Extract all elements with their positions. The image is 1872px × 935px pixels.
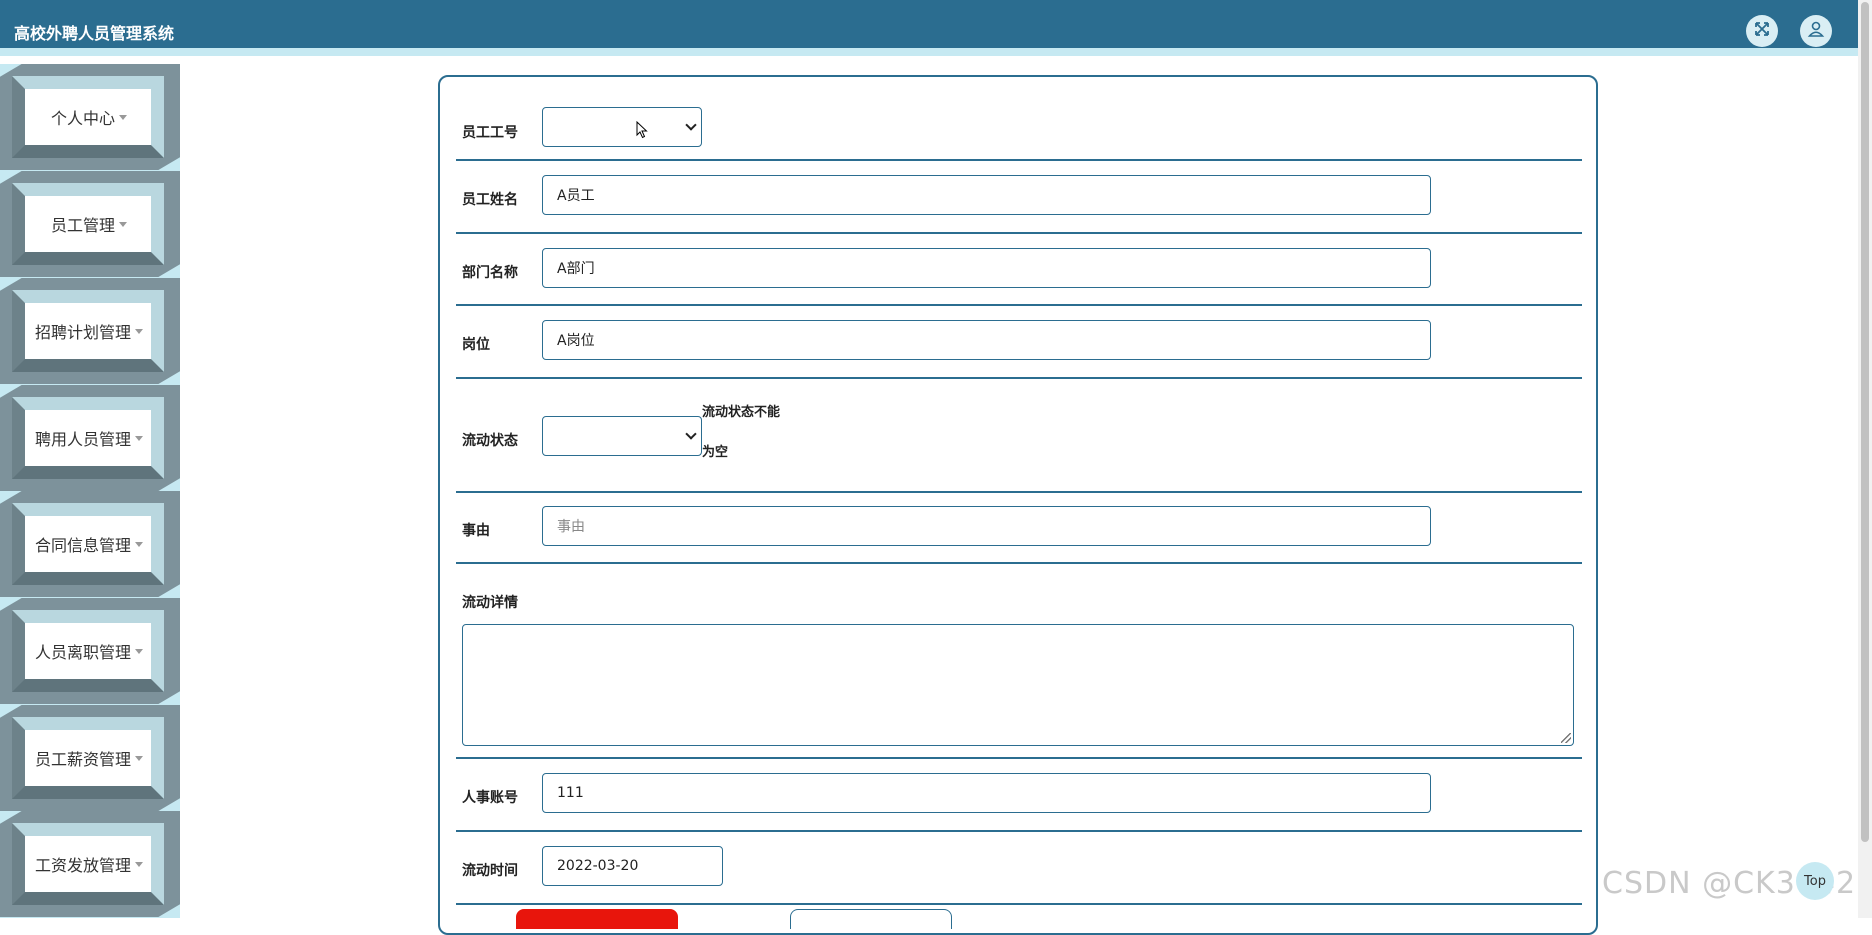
sidebar-item-label: 员工管理 — [50, 216, 115, 235]
resize-grip-icon[interactable] — [1561, 733, 1571, 743]
employee-id-row: 员工工号 — [456, 77, 1582, 161]
department-input[interactable]: A部门 — [542, 248, 1431, 288]
caret-down-icon — [135, 328, 143, 334]
sidebar-item-label: 工资发放管理 — [34, 856, 131, 875]
flow-time-label: 流动时间 — [462, 863, 518, 879]
caret-down-icon — [135, 541, 143, 547]
sidebar-item-contract-info[interactable]: 合同信息管理 — [0, 491, 180, 597]
sidebar-item-label: 招聘计划管理 — [34, 323, 131, 342]
sidebar-item-label: 聘用人员管理 — [34, 430, 131, 449]
mouse-cursor-icon — [636, 121, 648, 139]
employee-id-select[interactable] — [542, 107, 702, 147]
hr-account-input[interactable]: 111 — [542, 773, 1431, 813]
reason-input[interactable]: 事由 — [542, 506, 1431, 546]
vertical-scrollbar[interactable] — [1858, 0, 1872, 918]
caret-down-icon — [135, 755, 143, 761]
app-title: 高校外聘人员管理系统 — [14, 24, 175, 43]
caret-down-icon — [135, 435, 143, 441]
flow-status-row: 流动状态 流动状态不能为空 — [456, 379, 1582, 493]
sidebar-item-salary[interactable]: 员工薪资管理 — [0, 705, 180, 811]
flow-status-label: 流动状态 — [462, 433, 518, 449]
user-icon — [1807, 20, 1825, 42]
position-input[interactable]: A岗位 — [542, 320, 1431, 360]
reason-row: 事由 事由 — [456, 493, 1582, 564]
flow-detail-label: 流动详情 — [462, 595, 518, 611]
chevron-down-icon — [685, 428, 697, 440]
caret-down-icon — [135, 861, 143, 867]
submit-button[interactable] — [516, 909, 678, 929]
department-label: 部门名称 — [462, 265, 518, 281]
employee-name-row: 员工姓名 A员工 — [456, 161, 1582, 234]
flow-status-select[interactable] — [542, 416, 702, 456]
flow-detail-row: 流动详情 — [456, 564, 1582, 759]
caret-down-icon — [119, 221, 127, 227]
flow-time-input[interactable]: 2022-03-20 — [542, 846, 723, 886]
user-button[interactable] — [1800, 15, 1832, 47]
department-row: 部门名称 A部门 — [456, 234, 1582, 306]
cancel-button[interactable] — [790, 909, 952, 929]
employee-name-input[interactable]: A员工 — [542, 175, 1431, 215]
top-header: 高校外聘人员管理系统 — [0, 0, 1858, 56]
back-to-top-button[interactable]: Top — [1796, 862, 1834, 900]
position-row: 岗位 A岗位 — [456, 306, 1582, 379]
sidebar-item-label: 人员离职管理 — [34, 643, 131, 662]
position-label: 岗位 — [462, 337, 490, 353]
fullscreen-icon — [1753, 20, 1771, 42]
caret-down-icon — [135, 648, 143, 654]
employee-id-label: 员工工号 — [462, 125, 518, 141]
sidebar-item-hired-staff[interactable]: 聘用人员管理 — [0, 385, 180, 491]
flow-detail-textarea[interactable] — [462, 624, 1574, 746]
fullscreen-button[interactable] — [1746, 15, 1778, 47]
sidebar: 个人中心 员工管理 招聘计划管理 聘用人员管理 合同信息管理 人员离职管理 员工… — [0, 64, 180, 918]
sidebar-item-label: 个人中心 — [50, 109, 115, 128]
chevron-down-icon — [685, 119, 697, 131]
employee-name-label: 员工姓名 — [462, 192, 518, 208]
sidebar-item-personal-center[interactable]: 个人中心 — [0, 64, 180, 170]
flow-time-row: 流动时间 2022-03-20 — [456, 832, 1582, 905]
hr-account-row: 人事账号 111 — [456, 759, 1582, 832]
sidebar-item-resignation[interactable]: 人员离职管理 — [0, 598, 180, 704]
hr-account-label: 人事账号 — [462, 790, 518, 806]
flow-status-error: 流动状态不能为空 — [702, 405, 781, 460]
caret-down-icon — [119, 114, 127, 120]
sidebar-item-employee-management[interactable]: 员工管理 — [0, 171, 180, 277]
sidebar-item-payroll[interactable]: 工资发放管理 — [0, 811, 180, 917]
form-card: 员工工号 员工姓名 A员工 部门名称 A部门 岗位 A岗位 流动状态 流动状态不… — [438, 75, 1598, 935]
sidebar-item-label: 员工薪资管理 — [34, 750, 131, 769]
scrollbar-thumb[interactable] — [1861, 2, 1869, 842]
sidebar-item-label: 合同信息管理 — [34, 536, 131, 555]
sidebar-item-recruit-plan[interactable]: 招聘计划管理 — [0, 278, 180, 384]
reason-label: 事由 — [462, 523, 490, 539]
